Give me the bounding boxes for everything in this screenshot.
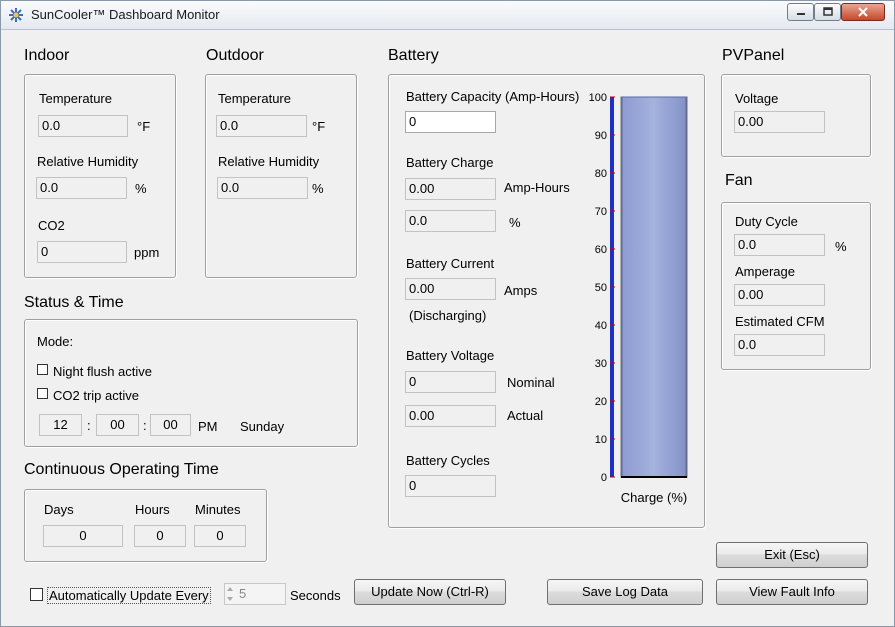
battery-current-unit: Amps	[504, 283, 538, 298]
fan-duty-label: Duty Cycle	[735, 214, 798, 229]
close-icon	[858, 7, 868, 17]
pvpanel-heading: PVPanel	[722, 47, 785, 64]
day-label: Sunday	[240, 419, 285, 434]
indoor-humidity-field: 0.0	[36, 177, 127, 199]
battery-voltage-actual-label: Actual	[507, 408, 544, 423]
app-window: SunCooler™ Dashboard Monitor Indoor Temp…	[0, 0, 895, 627]
indoor-co2-unit: ppm	[134, 245, 160, 260]
chart-tick-label: 10	[595, 434, 607, 446]
pv-voltage-label: Voltage	[735, 91, 779, 106]
night-flush-checkbox[interactable]	[37, 364, 48, 375]
fan-cfm-label: Estimated CFM	[735, 314, 825, 329]
minutes-field: 0	[194, 525, 246, 547]
battery-charge-pct-field: 0.0	[405, 210, 496, 232]
hour-field: 12	[39, 414, 82, 436]
fan-duty-unit: %	[835, 239, 847, 254]
days-field: 0	[43, 525, 123, 547]
indoor-humidity-unit: %	[135, 181, 147, 196]
battery-capacity-label: Battery Capacity (Amp-Hours)	[406, 89, 580, 104]
indoor-humidity-label: Relative Humidity	[37, 154, 139, 169]
chart-tick-label: 20	[595, 396, 607, 408]
time-separator: :	[87, 418, 91, 433]
battery-voltage-nominal-label: Nominal	[507, 375, 555, 390]
fan-amperage-field: 0.00	[734, 284, 825, 306]
co2-trip-label: CO2 trip active	[53, 388, 139, 403]
chart-bar	[621, 96, 687, 478]
battery-charge-ah-field: 0.00	[405, 178, 496, 200]
operating-heading: Continuous Operating Time	[24, 461, 219, 478]
battery-current-field: 0.00	[405, 278, 496, 300]
chart-tick-label: 80	[595, 168, 607, 180]
battery-voltage-label: Battery Voltage	[406, 348, 495, 363]
minutes-label: Minutes	[195, 502, 241, 517]
battery-cycles-label: Battery Cycles	[406, 453, 490, 468]
chart-tick-label: 50	[595, 282, 607, 294]
outdoor-humidity-field: 0.0	[217, 177, 308, 199]
chart-x-label: Charge (%)	[621, 490, 687, 505]
minimize-icon	[796, 13, 805, 15]
fan-heading: Fan	[725, 172, 753, 189]
chart-tick-label: 30	[595, 358, 607, 370]
indoor-temperature-label: Temperature	[39, 91, 112, 106]
stepper-arrows-icon[interactable]	[225, 584, 235, 604]
days-label: Days	[44, 502, 74, 517]
battery-charge-chart: 0 10 20 30 40 50 60 70 80 90 100 Charge (%)	[589, 92, 688, 505]
battery-charge-ah-unit: Amp-Hours	[504, 180, 570, 195]
fan-amperage-label: Amperage	[735, 264, 795, 279]
auto-update-label[interactable]: Automatically Update Every	[47, 587, 211, 604]
hours-field: 0	[134, 525, 186, 547]
battery-charge-pct-unit: %	[509, 215, 521, 230]
window-title: SunCooler™ Dashboard Monitor	[31, 7, 220, 22]
chart-tick-label: 70	[595, 206, 607, 218]
minimize-button[interactable]	[787, 3, 814, 21]
outdoor-humidity-label: Relative Humidity	[218, 154, 320, 169]
indoor-co2-field: 0	[37, 241, 127, 263]
maximize-icon	[822, 7, 833, 16]
hours-label: Hours	[135, 502, 170, 517]
maximize-button[interactable]	[814, 3, 841, 21]
battery-voltage-actual-field: 0.00	[405, 405, 496, 427]
indoor-temperature-unit: °F	[137, 119, 151, 134]
battery-heading: Battery	[388, 47, 439, 64]
battery-voltage-nominal-field: 0	[405, 371, 496, 393]
chart-tick-label: 60	[595, 244, 607, 256]
second-field: 00	[150, 414, 191, 436]
outdoor-heading: Outdoor	[206, 47, 264, 64]
mode-label: Mode:	[37, 334, 74, 349]
chart-tick-label: 40	[595, 320, 607, 332]
status-heading: Status & Time	[24, 294, 124, 311]
battery-capacity-input[interactable]: 0	[405, 111, 496, 133]
ampm-label: PM	[198, 419, 218, 434]
pv-voltage-field: 0.00	[734, 111, 825, 133]
battery-charge-label: Battery Charge	[406, 155, 494, 170]
save-log-button[interactable]: Save Log Data	[547, 579, 703, 605]
outdoor-temperature-label: Temperature	[218, 91, 291, 106]
view-fault-info-button[interactable]: View Fault Info	[716, 579, 868, 605]
fan-cfm-field: 0.0	[734, 334, 825, 356]
outdoor-temperature-field: 0.0	[216, 115, 307, 137]
interval-unit: Seconds	[290, 588, 341, 603]
time-separator: :	[143, 418, 147, 433]
battery-current-label: Battery Current	[406, 256, 495, 271]
title-bar: SunCooler™ Dashboard Monitor	[1, 1, 894, 30]
auto-update-checkbox[interactable]	[30, 588, 43, 601]
outdoor-humidity-unit: %	[312, 181, 324, 196]
battery-current-state: (Discharging)	[409, 308, 487, 323]
battery-cycles-field: 0	[405, 475, 496, 497]
close-button[interactable]	[841, 3, 885, 21]
night-flush-label: Night flush active	[53, 364, 152, 379]
chart-tick-label: 100	[589, 92, 607, 104]
outdoor-temperature-unit: °F	[312, 119, 326, 134]
app-logo-icon	[9, 8, 23, 22]
exit-button[interactable]: Exit (Esc)	[716, 542, 868, 568]
chart-tick-label: 0	[601, 472, 607, 484]
minute-field: 00	[96, 414, 139, 436]
indoor-co2-label: CO2	[38, 218, 65, 233]
indoor-temperature-field: 0.0	[38, 115, 128, 137]
chart-tick-label: 90	[595, 130, 607, 142]
update-now-button[interactable]: Update Now (Ctrl-R)	[354, 579, 506, 605]
indoor-heading: Indoor	[24, 47, 70, 64]
co2-trip-checkbox[interactable]	[37, 388, 48, 399]
fan-duty-field: 0.0	[734, 234, 825, 256]
